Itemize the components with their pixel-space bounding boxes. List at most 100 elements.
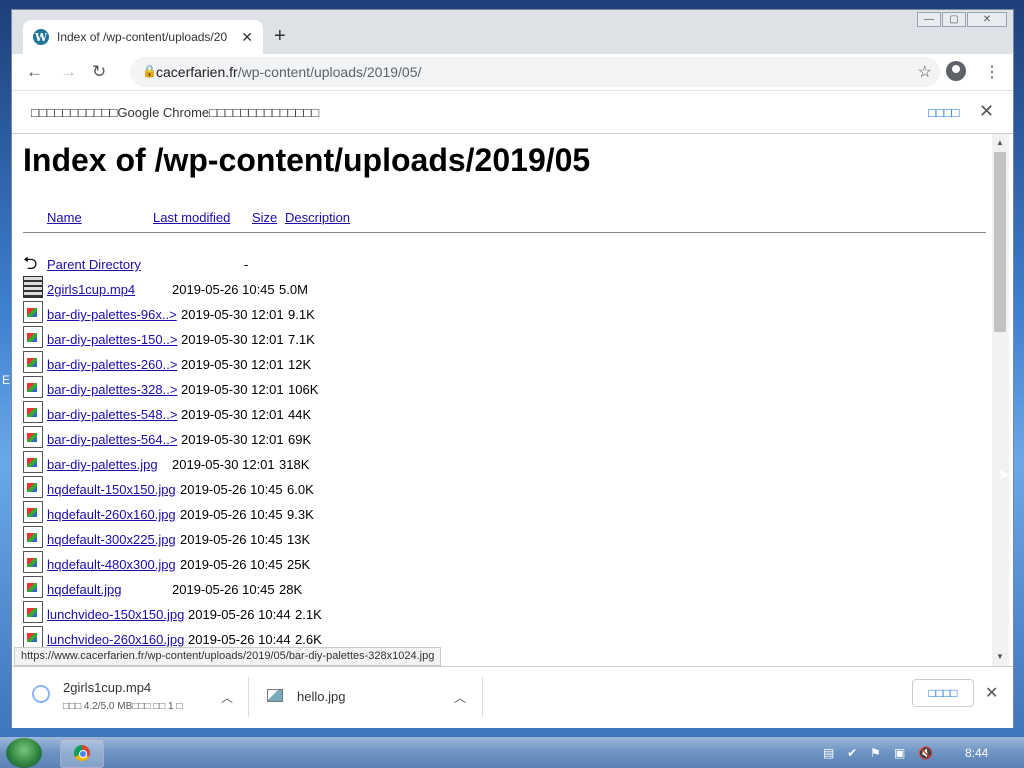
file-link[interactable]: bar-diy-palettes-260..> bbox=[47, 357, 177, 372]
file-link[interactable]: hqdefault-480x300.jpg bbox=[47, 557, 176, 572]
file-modified: 2019-05-30 12:01 bbox=[181, 307, 284, 322]
profile-avatar-icon[interactable] bbox=[946, 61, 966, 81]
file-link[interactable]: lunchvideo-260x160.jpg bbox=[47, 632, 184, 647]
taskbar-clock[interactable]: 8:44 bbox=[965, 746, 988, 760]
page-title: Index of /wp-content/uploads/2019/05 bbox=[23, 142, 591, 178]
scroll-up-icon[interactable]: ▲ bbox=[996, 138, 1004, 147]
tray-volume-muted-icon[interactable]: 🔇 bbox=[918, 746, 933, 760]
image-icon bbox=[23, 451, 43, 473]
page-content: Index of /wp-content/uploads/2019/05 Nam… bbox=[12, 134, 1013, 666]
minimize-button[interactable]: — bbox=[917, 12, 941, 27]
file-link[interactable]: bar-diy-palettes-96x..> bbox=[47, 307, 177, 322]
image-icon bbox=[23, 476, 43, 498]
download-file-name: hello.jpg bbox=[297, 689, 346, 704]
file-size: 106K bbox=[288, 382, 319, 397]
chevron-up-icon[interactable]: ︿ bbox=[454, 689, 466, 706]
chrome-icon bbox=[74, 745, 90, 761]
file-size: 69K bbox=[288, 432, 312, 447]
menu-kebab-icon[interactable]: ⋮ bbox=[984, 62, 1000, 82]
file-link[interactable]: bar-diy-palettes-548..> bbox=[47, 407, 177, 422]
column-header-modified[interactable]: Last modified bbox=[153, 210, 230, 225]
tab-active[interactable]: W Index of /wp-content/uploads/2019/05 ✕ bbox=[23, 20, 263, 54]
infobar-close-icon[interactable]: ✕ bbox=[979, 101, 994, 122]
file-modified: 2019-05-30 12:01 bbox=[181, 407, 284, 422]
file-link[interactable]: hqdefault-300x225.jpg bbox=[47, 532, 176, 547]
new-tab-button[interactable]: + bbox=[274, 25, 286, 47]
infobar-message: □□□□□□□□□□□Google Chrome□□□□□□□□□□□□□□ bbox=[31, 105, 320, 120]
tab-close-icon[interactable]: ✕ bbox=[241, 29, 253, 46]
file-link[interactable]: bar-diy-palettes-150..> bbox=[47, 332, 177, 347]
download-file-name: 2girls1cup.mp4 bbox=[63, 680, 152, 695]
parent-directory-link[interactable]: Parent Directory bbox=[47, 257, 141, 272]
file-link[interactable]: bar-diy-palettes-564..> bbox=[47, 432, 177, 447]
image-icon bbox=[23, 601, 43, 623]
file-size: 28K bbox=[279, 582, 303, 597]
mouse-cursor-icon: ➤ bbox=[997, 467, 1011, 484]
file-link[interactable]: lunchvideo-150x150.jpg bbox=[47, 607, 184, 622]
tray-network-icon[interactable]: ▣ bbox=[894, 746, 905, 760]
download-item[interactable]: hello.jpg ︿ bbox=[252, 667, 484, 727]
column-header-name[interactable]: Name bbox=[47, 210, 82, 225]
file-modified: 2019-05-30 12:01 bbox=[181, 332, 284, 347]
tray-notes-icon[interactable]: ▤ bbox=[823, 746, 834, 760]
download-shelf: 2girls1cup.mp4 □□□ 4.2/5.0 MB□□□ □□ 1 □ … bbox=[12, 666, 1013, 728]
back-icon[interactable]: ← bbox=[26, 62, 43, 82]
video-icon bbox=[23, 276, 43, 298]
file-link[interactable]: hqdefault.jpg bbox=[47, 582, 121, 597]
chevron-up-icon[interactable]: ︿ bbox=[221, 689, 233, 706]
image-icon bbox=[23, 501, 43, 523]
show-all-downloads-button[interactable]: □□□□ bbox=[912, 679, 974, 707]
image-icon bbox=[23, 401, 43, 423]
file-size: 2.1K bbox=[295, 607, 322, 622]
file-link[interactable]: bar-diy-palettes.jpg bbox=[47, 457, 158, 472]
scrollbar-thumb[interactable] bbox=[994, 152, 1006, 332]
parent-size: - bbox=[244, 257, 249, 272]
file-link[interactable]: bar-diy-palettes-328..> bbox=[47, 382, 177, 397]
forward-icon[interactable]: → bbox=[60, 62, 77, 82]
file-modified: 2019-05-26 10:44 bbox=[188, 607, 291, 622]
file-link[interactable]: 2girls1cup.mp4 bbox=[47, 282, 135, 297]
file-modified: 2019-05-26 10:45 bbox=[180, 532, 283, 547]
status-bubble-url: https://www.cacerfarien.fr/wp-content/up… bbox=[14, 647, 442, 666]
file-modified: 2019-05-26 10:45 bbox=[180, 557, 283, 572]
window-close-button[interactable]: ✕ bbox=[967, 12, 1007, 27]
column-header-description[interactable]: Description bbox=[285, 210, 350, 225]
file-size: 6.0K bbox=[287, 482, 314, 497]
translate-infobar: □□□□□□□□□□□Google Chrome□□□□□□□□□□□□□□ □… bbox=[12, 90, 1013, 134]
file-size: 9.3K bbox=[287, 507, 314, 522]
image-icon bbox=[23, 301, 43, 323]
download-item[interactable]: 2girls1cup.mp4 □□□ 4.2/5.0 MB□□□ □□ 1 □ … bbox=[12, 667, 252, 727]
start-button[interactable] bbox=[6, 738, 42, 768]
file-link[interactable]: hqdefault-260x160.jpg bbox=[47, 507, 176, 522]
download-progress-icon bbox=[32, 685, 50, 703]
reload-icon[interactable]: ↻ bbox=[92, 62, 106, 82]
maximize-button[interactable]: ▢ bbox=[942, 12, 966, 27]
vertical-scrollbar[interactable]: ▲ ▼ bbox=[992, 134, 1009, 666]
file-modified: 2019-05-30 12:01 bbox=[181, 432, 284, 447]
tray-flag-icon[interactable]: ⚑ bbox=[870, 746, 881, 760]
address-bar[interactable]: 🔒 cacerfarien.fr/wp-content/uploads/2019… bbox=[130, 57, 940, 87]
image-icon bbox=[23, 526, 43, 548]
bookmark-star-icon[interactable]: ☆ bbox=[918, 62, 932, 82]
taskbar-chrome-button[interactable] bbox=[60, 739, 104, 768]
file-link[interactable]: hqdefault-150x150.jpg bbox=[47, 482, 176, 497]
column-header-size[interactable]: Size bbox=[252, 210, 277, 225]
file-modified: 2019-05-26 10:45 bbox=[180, 507, 283, 522]
image-icon bbox=[23, 326, 43, 348]
file-modified: 2019-05-26 10:45 bbox=[180, 482, 283, 497]
image-file-icon bbox=[267, 689, 283, 702]
scroll-down-icon[interactable]: ▼ bbox=[996, 652, 1004, 661]
file-size: 2.6K bbox=[295, 632, 322, 647]
back-arrow-icon: ⮌ bbox=[23, 253, 38, 273]
url-text: cacerfarien.fr/wp-content/uploads/2019/0… bbox=[156, 64, 421, 80]
header-divider bbox=[23, 232, 986, 233]
tray-security-icon[interactable]: ✔ bbox=[847, 746, 857, 760]
tab-title: Index of /wp-content/uploads/2019/05 bbox=[57, 30, 227, 44]
infobar-action-button[interactable]: □□□□ bbox=[928, 105, 959, 120]
file-modified: 2019-05-26 10:45 bbox=[172, 282, 275, 297]
download-separator bbox=[248, 677, 249, 717]
download-shelf-close-icon[interactable]: ✕ bbox=[985, 683, 998, 703]
file-size: 13K bbox=[287, 532, 311, 547]
image-icon bbox=[23, 426, 43, 448]
file-modified: 2019-05-30 12:01 bbox=[181, 382, 284, 397]
